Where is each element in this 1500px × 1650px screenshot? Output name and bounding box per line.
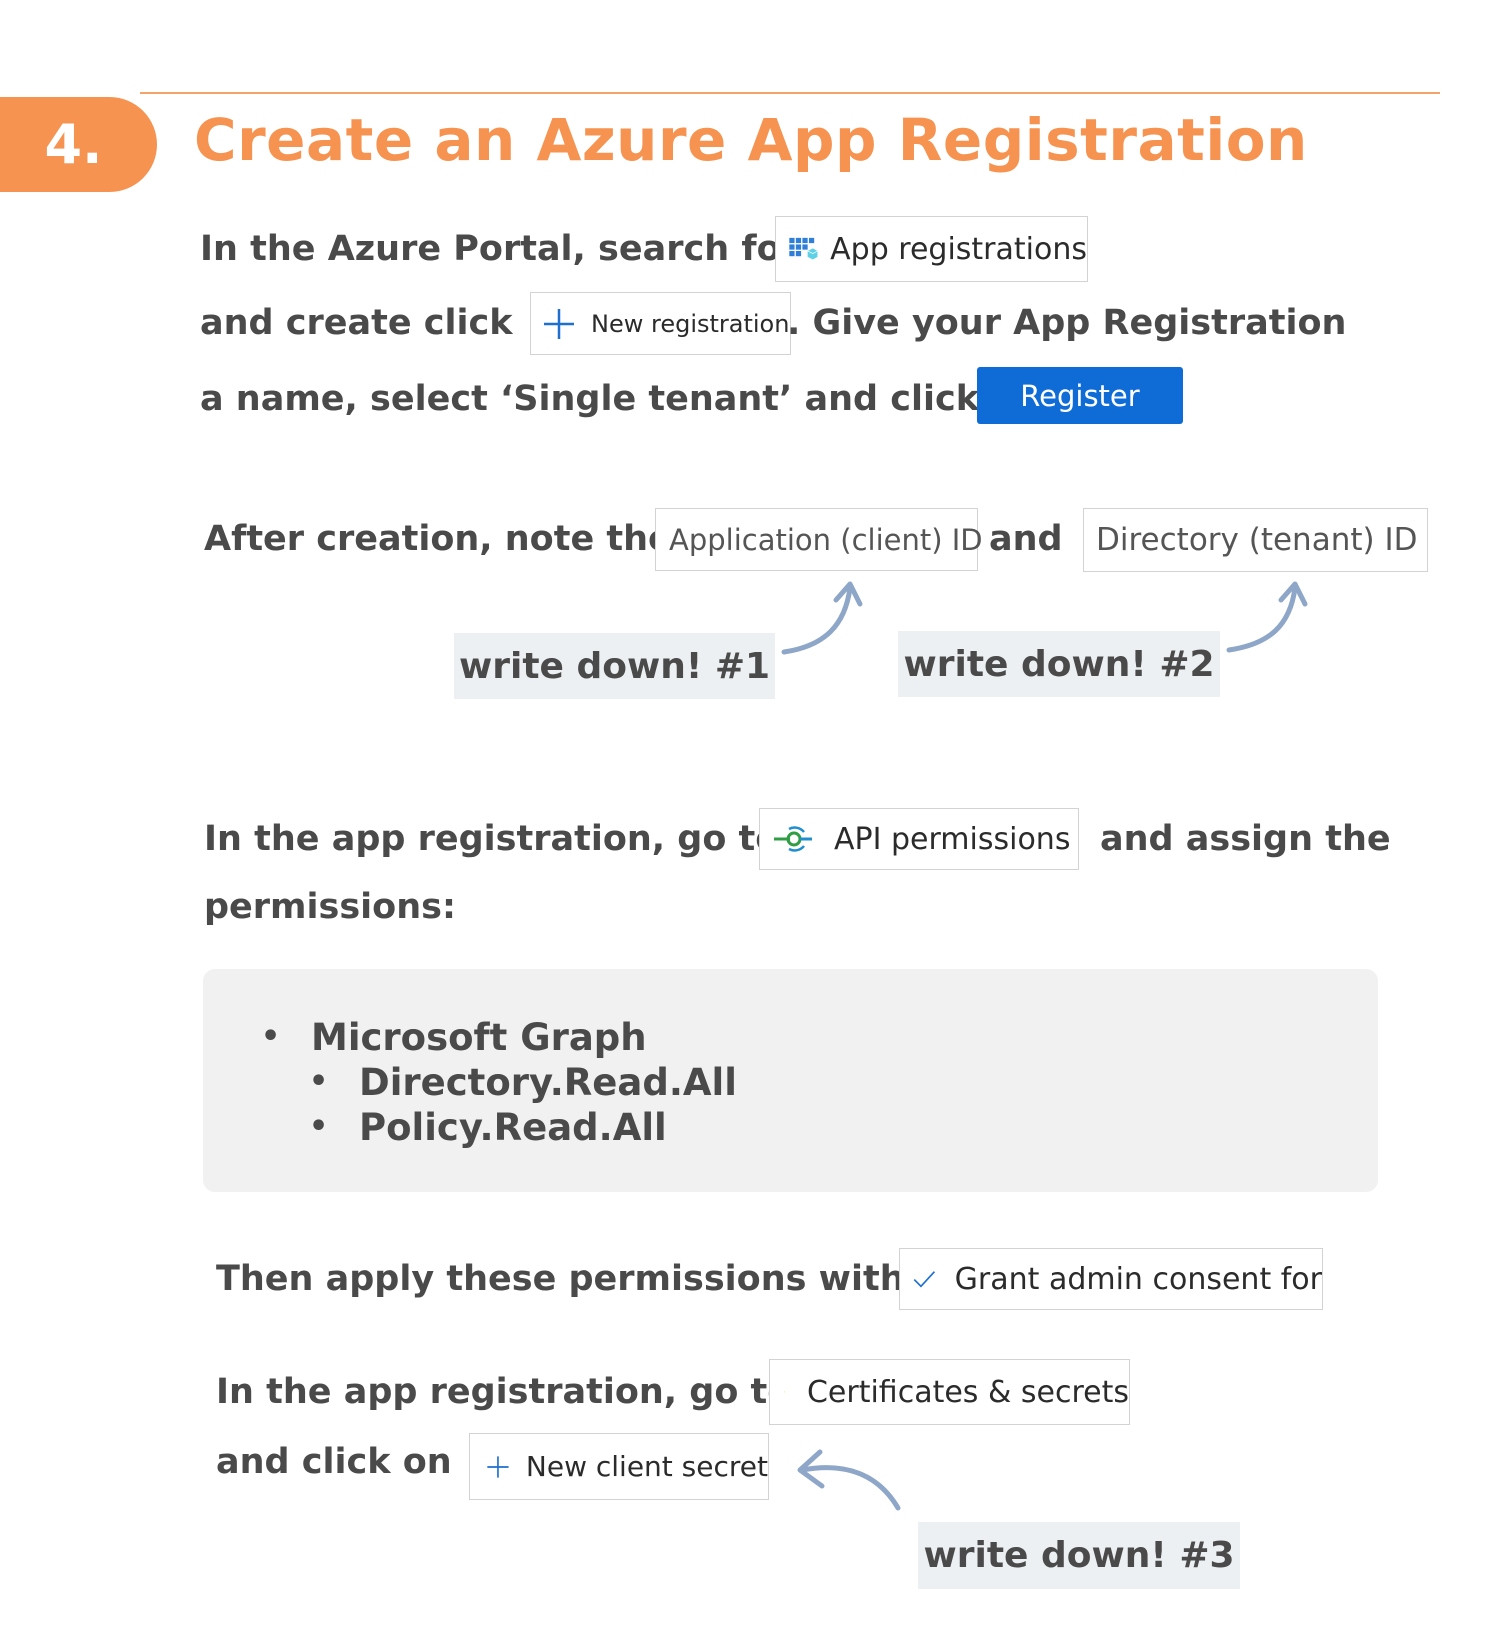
permission-api-name: Microsoft Graph: [311, 1016, 647, 1059]
api-permissions-label: API permissions: [834, 821, 1071, 857]
api-permissions-instruction-text: In the app registration, go to: [204, 819, 780, 859]
write-down-note-3: write down! #3: [918, 1522, 1240, 1589]
search-instruction-text: In the Azure Portal, search for: [200, 229, 798, 269]
register-button[interactable]: Register: [977, 367, 1183, 424]
bullet: •: [309, 1064, 329, 1099]
api-permissions-icon: [774, 826, 812, 852]
apply-permissions-text: Then apply these permissions with: [216, 1259, 905, 1299]
grant-admin-consent-chip[interactable]: Grant admin consent for: [899, 1248, 1323, 1310]
give-name-text: . Give your App Registration: [787, 303, 1347, 343]
step-badge: 4.: [0, 97, 157, 192]
curved-arrow-icon: [1226, 581, 1308, 653]
application-id-label: Application (client) ID: [669, 522, 983, 557]
directory-id-chip[interactable]: Directory (tenant) ID: [1083, 508, 1428, 572]
and-text: and: [989, 519, 1063, 559]
assign-text: and assign the: [1100, 819, 1391, 859]
directory-id-label: Directory (tenant) ID: [1096, 522, 1418, 558]
bullet: •: [309, 1109, 329, 1144]
app-registrations-label: App registrations: [830, 231, 1087, 267]
note-ids-text: After creation, note the: [204, 519, 672, 559]
new-client-secret-chip[interactable]: New client secret: [469, 1433, 769, 1500]
api-permissions-chip[interactable]: API permissions: [759, 808, 1079, 870]
header-divider: [140, 92, 1440, 94]
new-client-secret-label: New client secret: [525, 1450, 768, 1483]
plus-icon: [487, 1455, 509, 1478]
write-down-note-2: write down! #2: [898, 631, 1220, 697]
click-on-text: and click on: [216, 1442, 452, 1482]
new-registration-chip[interactable]: New registration: [530, 292, 791, 355]
new-registration-label: New registration: [591, 309, 790, 338]
checkmark-icon: [913, 1271, 936, 1288]
page-title: Create an Azure App Registration: [194, 106, 1308, 174]
application-id-chip[interactable]: Application (client) ID: [655, 508, 983, 571]
app-grid-icon: [789, 237, 818, 260]
certificates-secrets-label: Certificates & secrets: [806, 1374, 1129, 1410]
permission-scope-policy: Policy.Read.All: [359, 1106, 667, 1149]
write-down-note-1: write down! #1: [454, 633, 775, 699]
certificates-secrets-chip[interactable]: Certificates & secrets: [769, 1359, 1130, 1425]
grant-admin-consent-label: Grant admin consent for: [954, 1261, 1322, 1297]
curved-arrow-icon: [797, 1449, 901, 1511]
bullet: •: [261, 1019, 281, 1054]
single-tenant-text: a name, select ‘Single tenant’ and click: [200, 379, 980, 419]
app-registrations-chip[interactable]: App registrations: [775, 216, 1088, 282]
permission-scope-directory: Directory.Read.All: [359, 1061, 737, 1104]
create-instruction-text: and create click: [200, 303, 513, 343]
permissions-heading-text: permissions:: [204, 887, 456, 927]
curved-arrow-icon: [781, 581, 863, 655]
key-icon: [784, 1391, 785, 1393]
certificates-instruction-text: In the app registration, go to: [216, 1372, 792, 1412]
plus-icon: [544, 308, 574, 339]
permissions-list-box: • Microsoft Graph • Directory.Read.All •…: [203, 969, 1378, 1192]
